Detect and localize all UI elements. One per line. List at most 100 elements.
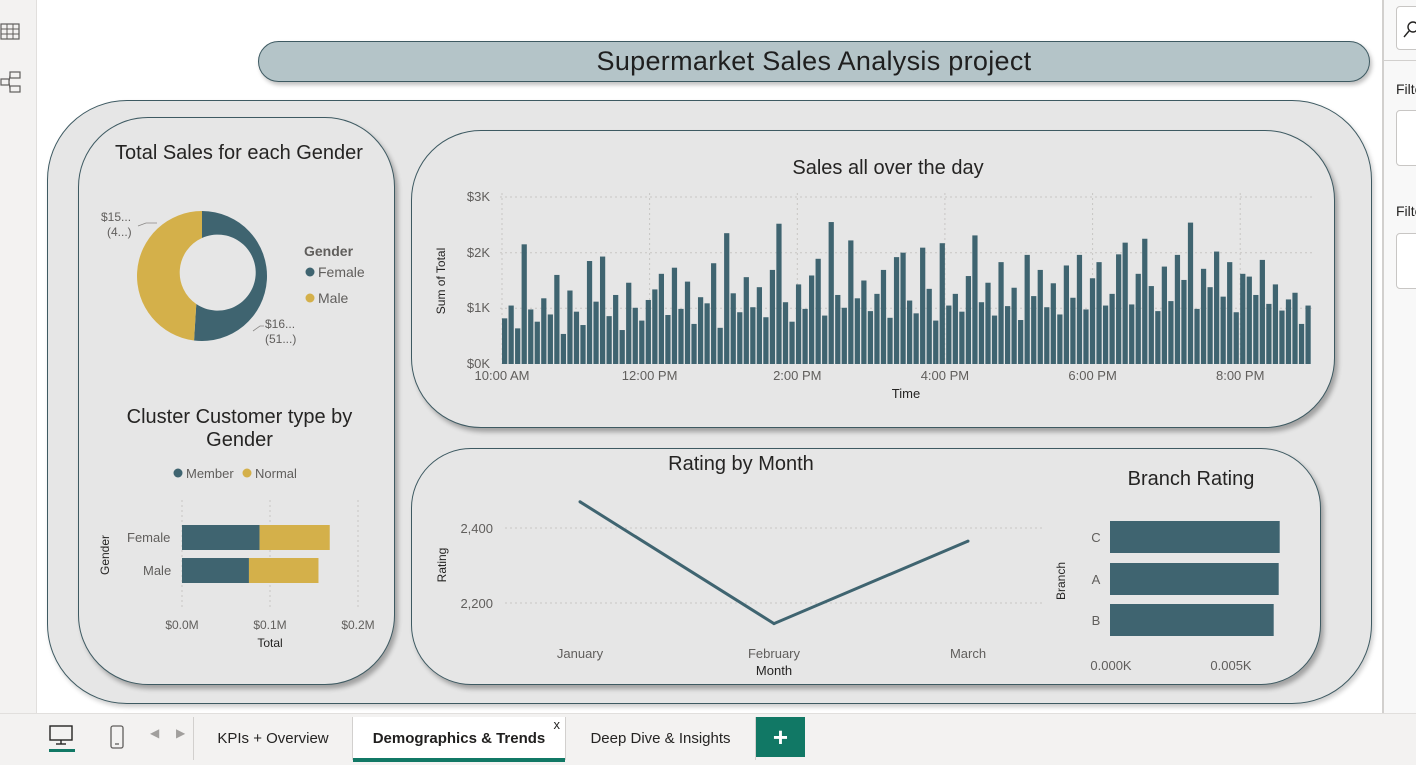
time-bar[interactable] [639,320,645,364]
time-bar[interactable] [939,243,945,364]
time-bar[interactable] [1063,265,1069,364]
time-bar[interactable] [743,277,749,364]
time-bar[interactable] [541,298,547,364]
rating-line[interactable] [579,500,969,626]
time-bar[interactable] [874,293,880,364]
time-bar[interactable] [711,263,717,364]
time-bar[interactable] [1155,311,1161,364]
time-bar[interactable] [750,307,756,364]
time-bar[interactable] [1011,287,1017,364]
time-bar[interactable] [599,256,606,364]
legend-label-member[interactable]: Member [186,466,234,481]
time-bar[interactable] [1018,320,1024,364]
time-bar[interactable] [1096,262,1102,364]
legend-label-female[interactable]: Female [318,264,365,280]
time-bar[interactable] [978,302,985,364]
time-bar[interactable] [861,280,867,365]
rating-point-february[interactable] [772,622,776,626]
time-bar[interactable] [684,281,691,364]
branch-bar-b[interactable] [1110,604,1274,636]
time-bar[interactable] [554,274,560,364]
time-bar[interactable] [965,276,972,364]
time-bar[interactable] [913,313,919,364]
branch-bar-c[interactable] [1110,521,1280,553]
time-bar[interactable] [1024,254,1030,364]
time-bar[interactable] [613,294,619,364]
day-bars[interactable] [502,222,1311,364]
time-bar[interactable] [1057,314,1063,364]
time-bar[interactable] [730,293,736,364]
time-bar[interactable] [1279,310,1285,364]
gender-donut-chart[interactable]: $15... (4...) $16... (51...) Gender Fema… [80,185,395,365]
time-bar[interactable] [1135,273,1141,364]
time-bar[interactable] [1305,305,1311,364]
time-bar[interactable] [1220,296,1226,364]
time-bar[interactable] [841,307,847,364]
time-bar[interactable] [1246,276,1252,364]
time-bar[interactable] [1200,268,1207,364]
time-bar[interactable] [652,289,658,364]
time-bar[interactable] [586,261,593,364]
time-bar[interactable] [1004,306,1011,364]
cluster-bars[interactable] [182,525,330,583]
time-bar[interactable] [1298,323,1305,364]
legend-label-male[interactable]: Male [318,290,349,306]
time-bar[interactable] [508,305,514,364]
cluster-bar-female-normal[interactable] [259,525,330,550]
time-bar[interactable] [1044,307,1050,364]
time-bar[interactable] [880,269,887,364]
time-bar[interactable] [534,321,540,364]
prev-page-arrow-icon[interactable]: ◀ [150,726,159,740]
desktop-layout-toggle[interactable] [44,718,78,756]
time-bar[interactable] [822,315,828,364]
time-bar[interactable] [1233,312,1239,364]
time-bar[interactable] [763,317,769,364]
time-bar[interactable] [848,240,854,364]
time-bar[interactable] [926,288,932,364]
time-bar[interactable] [1259,259,1265,364]
time-bar[interactable] [502,318,508,364]
time-bar[interactable] [776,223,782,364]
time-bar[interactable] [724,233,730,364]
close-tab-icon[interactable]: x [554,717,561,732]
time-bar[interactable] [1083,309,1089,364]
time-bar[interactable] [645,299,651,364]
time-bar[interactable] [828,222,834,364]
time-bar[interactable] [1070,297,1076,364]
time-bar[interactable] [887,317,893,364]
time-bar[interactable] [521,244,527,364]
time-bar[interactable] [815,258,821,364]
time-bar[interactable] [717,327,723,364]
time-bar[interactable] [1187,222,1194,364]
time-bar[interactable] [1240,273,1246,364]
time-bar[interactable] [1142,238,1148,364]
filter-well-1[interactable] [1396,110,1416,166]
time-bar[interactable] [658,273,664,364]
time-bar[interactable] [1076,254,1083,364]
time-bar[interactable] [893,257,900,364]
filter-search-box[interactable] [1396,6,1416,50]
time-bar[interactable] [795,284,802,364]
time-bar[interactable] [985,282,991,364]
cluster-bar-female-member[interactable] [182,525,260,550]
rating-by-month-chart[interactable]: 2,400 2,200 Rating January February Marc… [430,480,1050,680]
time-bar[interactable] [907,300,913,364]
time-bar[interactable] [619,330,625,364]
time-bar[interactable] [1050,283,1056,364]
donut-slice-male[interactable] [137,211,202,341]
time-bar[interactable] [1292,292,1298,364]
next-page-arrow-icon[interactable]: ▶ [176,726,185,740]
time-bar[interactable] [606,316,612,364]
time-bar[interactable] [998,262,1004,364]
branch-bar-a[interactable] [1110,563,1279,595]
time-bar[interactable] [632,307,638,364]
time-bar[interactable] [626,282,632,364]
sales-by-time-chart[interactable]: $0K $1K $2K $3K Sum of Total 10:00 AM 12… [425,183,1325,408]
time-bar[interactable] [854,298,860,364]
time-bar[interactable] [593,301,599,364]
time-bar[interactable] [580,325,586,364]
table-view-icon[interactable] [0,20,22,44]
time-bar[interactable] [756,287,762,364]
time-bar[interactable] [665,315,671,364]
time-bar[interactable] [1253,294,1259,364]
